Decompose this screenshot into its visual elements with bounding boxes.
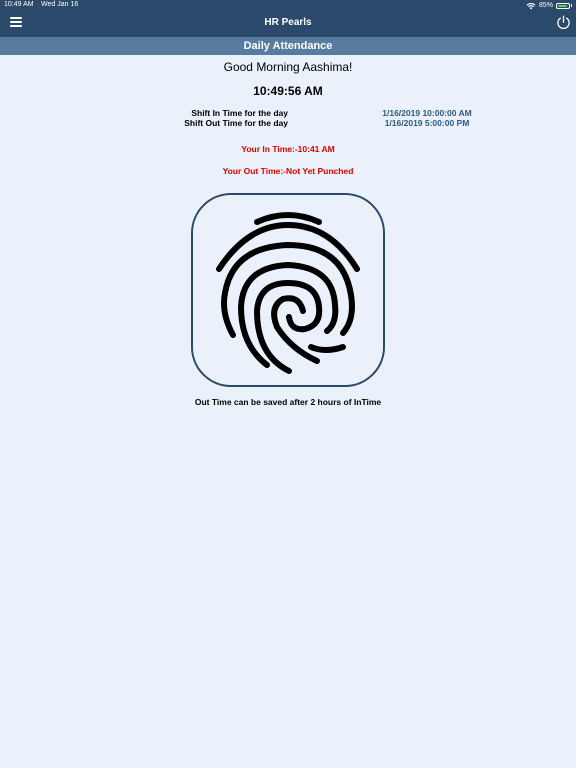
greeting-text: Good Morning Aashima!	[223, 60, 353, 74]
fingerprint-punch-button[interactable]	[191, 193, 385, 387]
shift-in-value: 1/16/2019 10:00:00 AM	[382, 108, 472, 118]
shift-in-label: Shift In Time for the day	[191, 108, 288, 118]
status-time: 10:49 AM	[4, 1, 34, 8]
wifi-icon	[526, 2, 536, 10]
fingerprint-icon	[216, 212, 360, 374]
battery-icon	[556, 2, 570, 9]
attendance-screen: 10:49 AM Wed Jan 16 85% HR Pearls Daily …	[0, 0, 576, 768]
battery-percent: 85%	[538, 2, 553, 9]
shift-out-value: 1/16/2019 5:00:00 PM	[384, 118, 470, 128]
status-date: Wed Jan 16	[41, 1, 79, 8]
navigation-bar: 10:49 AM Wed Jan 16 85% HR Pearls	[0, 0, 576, 37]
out-time-status: Your Out Time:-Not Yet Punched	[222, 166, 354, 176]
app-title: HR Pearls	[264, 17, 312, 28]
status-indicators: 85%	[526, 0, 572, 11]
out-time-note: Out Time can be saved after 2 hours of I…	[194, 397, 382, 407]
battery-level	[558, 4, 567, 7]
current-time: 10:49:56 AM	[253, 84, 323, 98]
shift-out-label: Shift Out Time for the day	[184, 118, 288, 128]
battery-tip	[571, 4, 572, 7]
in-time-status: Your In Time:-10:41 AM	[241, 144, 335, 154]
power-icon[interactable]	[556, 15, 571, 30]
page-title: Daily Attendance	[0, 37, 576, 55]
